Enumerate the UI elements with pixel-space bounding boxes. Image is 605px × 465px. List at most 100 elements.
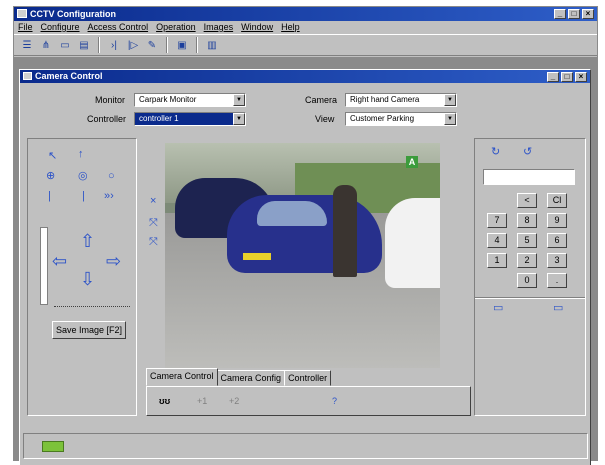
arrow-up-left-icon[interactable]: ↖	[48, 151, 57, 162]
chevron-down-icon[interactable]: ▼	[233, 94, 245, 106]
tab-camera-control[interactable]: Camera Control	[146, 368, 218, 386]
play-icon[interactable]: |▷	[125, 38, 141, 53]
bar-icon[interactable]: |	[48, 191, 51, 202]
book-icon[interactable]: ▥	[204, 38, 220, 53]
direction-pad: ⇧ ⇦ ⇨ ⇩	[52, 231, 130, 291]
key-8[interactable]: 8	[517, 213, 537, 228]
list-icon[interactable]: ☰	[19, 38, 35, 53]
key-7[interactable]: 7	[487, 213, 507, 228]
key-6[interactable]: 6	[547, 233, 567, 248]
clear-key[interactable]: Cl	[547, 193, 567, 208]
x-icon[interactable]: ×	[150, 196, 156, 207]
monitor-icon[interactable]: ▭	[493, 303, 503, 314]
toolbar-separator	[166, 37, 168, 53]
menu-access-control[interactable]: Access Control	[88, 21, 149, 34]
pan-left-icon[interactable]: ⇦	[52, 251, 67, 272]
minimize-button[interactable]: _	[554, 9, 566, 19]
key-9[interactable]: 9	[547, 213, 567, 228]
key-0[interactable]: 0	[517, 273, 537, 288]
focus-far-icon[interactable]: ○	[108, 171, 115, 182]
camera-icon[interactable]: ▭	[553, 303, 563, 314]
fast-forward-icon[interactable]: »›	[104, 191, 114, 202]
tab-controller[interactable]: Controller	[284, 370, 332, 386]
iris-icon[interactable]: ◎	[78, 171, 88, 182]
lens-icon[interactable]: ʊʊ	[159, 396, 170, 406]
controller-value: controller 1	[139, 114, 179, 123]
monitor-icon[interactable]: ▣	[174, 38, 190, 53]
tab-camera-config[interactable]: Camera Config	[216, 370, 286, 386]
plus1-button[interactable]: +1	[197, 396, 207, 406]
key-2[interactable]: 2	[517, 253, 537, 268]
monitor-select[interactable]: Carpark Monitor ▼	[134, 93, 246, 107]
focus-near-icon[interactable]: ⊕	[46, 171, 55, 182]
keypad-display[interactable]	[483, 169, 575, 185]
view-label: View	[315, 114, 335, 124]
status-led	[42, 441, 64, 452]
maximize-button[interactable]: □	[568, 9, 580, 19]
camera-icon[interactable]: ▭	[57, 38, 73, 53]
menu-bar: File Configure Access Control Operation …	[14, 21, 597, 34]
bar-icon[interactable]: |	[82, 191, 85, 202]
key-3[interactable]: 3	[547, 253, 567, 268]
camera-label: Camera	[305, 95, 338, 105]
arrow-up-icon[interactable]: ↑	[78, 149, 84, 160]
main-window: CCTV Configuration _ □ × File Configure …	[13, 6, 598, 465]
help-icon[interactable]: ?	[332, 396, 337, 406]
controller-select[interactable]: controller 1 ▼	[134, 112, 246, 126]
chevron-down-icon[interactable]: ▼	[444, 113, 456, 125]
child-maximize-button[interactable]: □	[561, 72, 573, 82]
menu-help[interactable]: Help	[281, 21, 300, 34]
blue-car	[227, 195, 382, 273]
camera-video-feed[interactable]: A	[165, 143, 440, 368]
menu-operation[interactable]: Operation	[156, 21, 196, 34]
toolbar: ☰ ⋔ ▭ ▤ ›| |▷ ✎ ▣ ▥	[14, 34, 597, 56]
chevron-down-icon[interactable]: ▼	[444, 94, 456, 106]
save-image-button[interactable]: Save Image [F2]	[52, 321, 126, 339]
monitor-label: Monitor	[95, 95, 126, 105]
zoom-in-icon[interactable]: ⤧	[149, 218, 158, 229]
edit-icon[interactable]: ✎	[144, 38, 160, 53]
tree-icon[interactable]: ⋔	[38, 38, 54, 53]
tab-panel: ʊʊ +1 +2 ?	[146, 386, 471, 416]
car-window	[257, 201, 327, 226]
map-icon[interactable]: ▤	[76, 38, 92, 53]
pan-up-icon[interactable]: ⇧	[80, 231, 95, 252]
pan-right-icon[interactable]: ⇨	[106, 251, 121, 272]
keypad-divider	[475, 297, 585, 299]
menu-images[interactable]: Images	[204, 21, 234, 34]
chevron-down-icon[interactable]: ▼	[233, 113, 245, 125]
key-dot[interactable]: .	[547, 273, 567, 288]
camera-select[interactable]: Right hand Camera ▼	[345, 93, 457, 107]
toolbar-separator	[196, 37, 198, 53]
keypad-panel: ↻ ↺ < Cl 7 8 9 4 5 6 1 2 3 0 . ▭ ▭	[474, 138, 586, 416]
view-value: Customer Parking	[350, 114, 415, 123]
step-icon[interactable]: ›|	[106, 38, 122, 53]
child-window-icon	[23, 72, 32, 80]
rotate-right-icon[interactable]: ↺	[523, 147, 532, 158]
child-minimize-button[interactable]: _	[547, 72, 559, 82]
close-button[interactable]: ×	[582, 9, 594, 19]
toolbar-separator	[98, 37, 100, 53]
controller-label: Controller	[87, 114, 127, 124]
backspace-key[interactable]: <	[517, 193, 537, 208]
key-1[interactable]: 1	[487, 253, 507, 268]
menu-file[interactable]: File	[18, 21, 33, 34]
menu-window[interactable]: Window	[241, 21, 273, 34]
zoom-slider[interactable]	[40, 227, 48, 305]
app-title: CCTV Configuration	[30, 9, 116, 19]
white-car	[385, 198, 440, 288]
tab-strip: Camera Control Camera Config Controller	[146, 368, 332, 386]
camera-control-window: Camera Control _ □ × Monitor Carpark Mon…	[19, 69, 591, 465]
view-select[interactable]: Customer Parking ▼	[345, 112, 457, 126]
child-close-button[interactable]: ×	[575, 72, 587, 82]
zoom-out-icon[interactable]: ⤧	[149, 237, 158, 248]
plus2-button[interactable]: +2	[229, 396, 239, 406]
menu-configure[interactable]: Configure	[41, 21, 80, 34]
camera-badge: A	[406, 156, 418, 168]
pan-down-icon[interactable]: ⇩	[80, 269, 95, 290]
key-5[interactable]: 5	[517, 233, 537, 248]
status-bar	[23, 433, 588, 459]
rotate-left-icon[interactable]: ↻	[491, 147, 500, 158]
key-4[interactable]: 4	[487, 233, 507, 248]
speed-slider[interactable]	[54, 299, 130, 307]
